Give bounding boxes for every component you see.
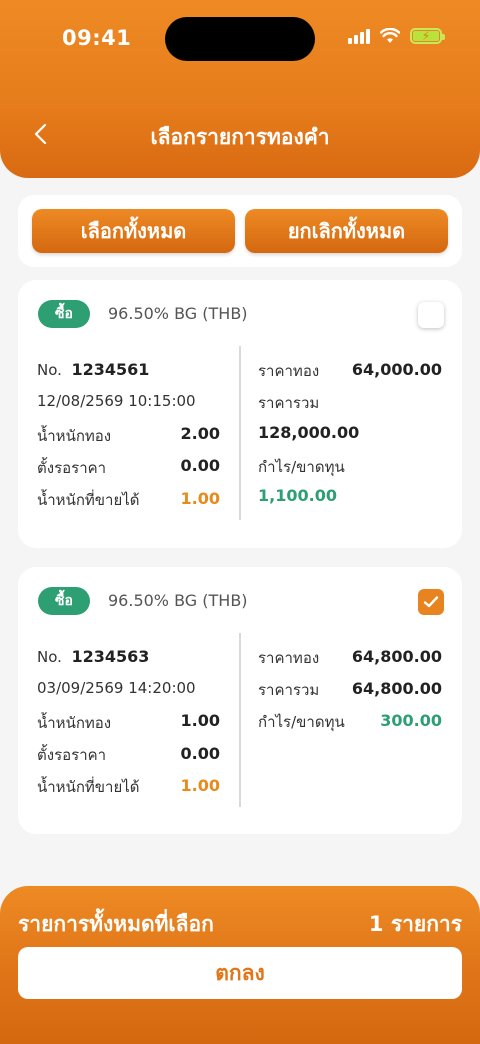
weight-label: น้ำหนักทอง <box>37 427 112 445</box>
checkmark-icon <box>423 596 439 608</box>
total-value: 128,000.00 <box>258 423 360 442</box>
sellable-label: น้ำหนักที่ขายได้ <box>37 491 140 509</box>
status-icons: ⚡ <box>348 28 445 44</box>
total-label: ราคารวม <box>258 681 320 699</box>
profit-loss-label: กำไร/ขาดทุน <box>258 458 345 476</box>
pending-label: ตั้งรอราคา <box>37 459 107 477</box>
pending-value: 0.00 <box>180 456 220 475</box>
wifi-icon <box>380 28 400 43</box>
buy-badge: ซื้อ <box>38 587 90 615</box>
dynamic-island <box>165 17 315 61</box>
profit-loss-value: 300.00 <box>380 711 442 730</box>
gold-item-card[interactable]: ซื้อ 96.50% BG (THB) No. 1234561 12/08/2… <box>18 280 462 548</box>
page-title: เลือกรายการทองคำ <box>150 125 330 149</box>
profit-loss-value: 1,100.00 <box>258 486 337 505</box>
cellular-signal-icon <box>348 28 370 44</box>
select-all-button[interactable]: เลือกทั้งหมด <box>32 209 235 253</box>
item-checkbox[interactable] <box>418 302 444 328</box>
selected-total-label: รายการทั้งหมดที่เลือก <box>18 912 214 936</box>
selection-actions: เลือกทั้งหมด ยกเลิกทั้งหมด <box>18 195 462 267</box>
buy-badge: ซื้อ <box>38 300 90 328</box>
column-divider <box>239 346 241 520</box>
weight-label: น้ำหนักทอง <box>37 714 112 732</box>
column-divider <box>239 633 241 807</box>
total-value: 64,800.00 <box>351 679 442 698</box>
pending-label: ตั้งรอราคา <box>37 746 107 764</box>
order-number: No. 1234561 <box>37 360 150 379</box>
sellable-value: 1.00 <box>180 489 220 508</box>
order-datetime: 12/08/2569 10:15:00 <box>37 392 196 410</box>
battery-icon: ⚡ <box>410 28 445 44</box>
product-name: 96.50% BG (THB) <box>108 304 248 323</box>
gold-price-label: ราคาทอง <box>258 649 320 667</box>
item-checkbox[interactable] <box>418 589 444 615</box>
gold-price-label: ราคาทอง <box>258 362 320 380</box>
pending-value: 0.00 <box>180 744 220 763</box>
deselect-all-button[interactable]: ยกเลิกทั้งหมด <box>245 209 448 253</box>
selection-footer: รายการทั้งหมดที่เลือก 1 รายการ ตกลง <box>0 886 480 1044</box>
status-time: 09:41 <box>62 26 132 50</box>
product-name: 96.50% BG (THB) <box>108 591 248 610</box>
header: 09:41 ⚡ เลือกรายการทองคำ <box>0 0 480 178</box>
confirm-button[interactable]: ตกลง <box>18 947 462 999</box>
order-number: No. 1234563 <box>37 647 150 666</box>
gold-price-value: 64,800.00 <box>351 647 442 666</box>
weight-value: 2.00 <box>180 424 220 443</box>
order-datetime: 03/09/2569 14:20:00 <box>37 679 196 697</box>
profit-loss-label: กำไร/ขาดทุน <box>258 713 345 731</box>
weight-value: 1.00 <box>180 711 220 730</box>
gold-price-value: 64,000.00 <box>351 360 442 379</box>
sellable-label: น้ำหนักที่ขายได้ <box>37 778 140 796</box>
gold-item-card[interactable]: ซื้อ 96.50% BG (THB) No. 1234563 03/09/2… <box>18 567 462 834</box>
total-label: ราคารวม <box>258 394 320 412</box>
sellable-value: 1.00 <box>180 776 220 795</box>
selected-count: 1 รายการ <box>368 912 462 936</box>
